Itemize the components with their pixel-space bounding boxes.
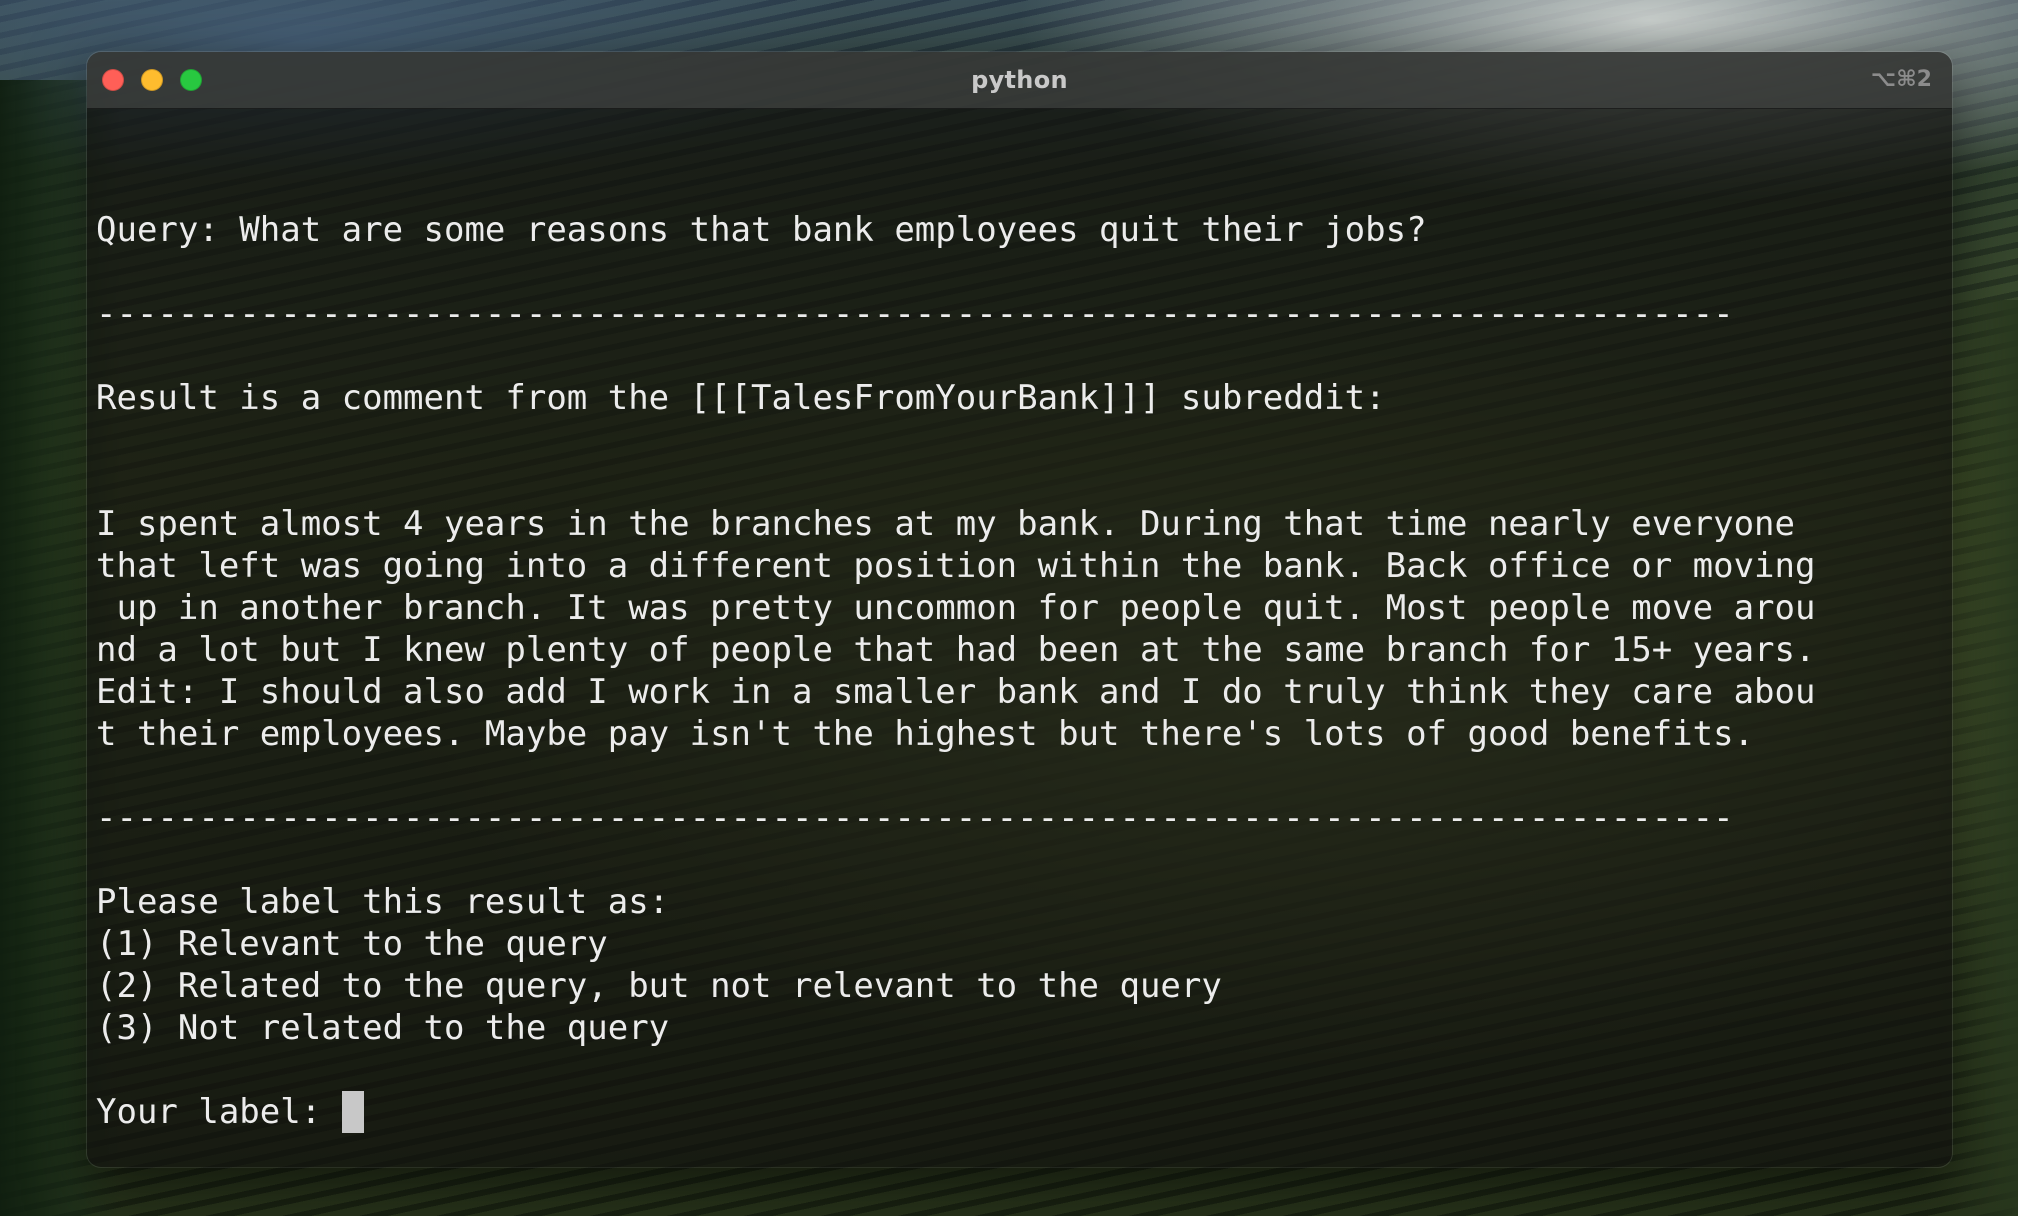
- separator-line: ----------------------------------------…: [96, 798, 1734, 838]
- terminal-window: python ⌥⌘2 Query: What are some reasons …: [87, 52, 1952, 1167]
- title-bar[interactable]: python ⌥⌘2: [87, 52, 1952, 109]
- comment-line: t their employees. Maybe pay isn't the h…: [96, 714, 1755, 754]
- label-option-2: (2) Related to the query, but not releva…: [96, 966, 1222, 1006]
- comment-line: up in another branch. It was pretty unco…: [96, 588, 1816, 628]
- traffic-lights: [102, 69, 202, 91]
- terminal-output[interactable]: Query: What are some reasons that bank e…: [87, 109, 1952, 1167]
- close-button[interactable]: [102, 69, 124, 91]
- comment-line: I spent almost 4 years in the branches a…: [96, 504, 1795, 544]
- label-option-1: (1) Relevant to the query: [96, 924, 608, 964]
- comment-line: Edit: I should also add I work in a smal…: [96, 672, 1816, 712]
- comment-line: nd a lot but I knew plenty of people tha…: [96, 630, 1816, 670]
- zoom-button[interactable]: [180, 69, 202, 91]
- minimize-button[interactable]: [141, 69, 163, 91]
- window-shortcut: ⌥⌘2: [1870, 67, 1932, 92]
- label-option-3: (3) Not related to the query: [96, 1008, 670, 1048]
- comment-line: that left was going into a different pos…: [96, 546, 1816, 586]
- input-prompt: Your label:: [96, 1092, 342, 1132]
- result-header: Result is a comment from the [[[TalesFro…: [96, 378, 1386, 418]
- separator-line: ----------------------------------------…: [96, 294, 1734, 334]
- label-prompt-header: Please label this result as:: [96, 882, 670, 922]
- window-title: python: [971, 66, 1068, 94]
- label-input-line[interactable]: Your label:: [96, 1091, 364, 1133]
- query-line: Query: What are some reasons that bank e…: [96, 210, 1427, 250]
- text-cursor[interactable]: [341, 1091, 364, 1133]
